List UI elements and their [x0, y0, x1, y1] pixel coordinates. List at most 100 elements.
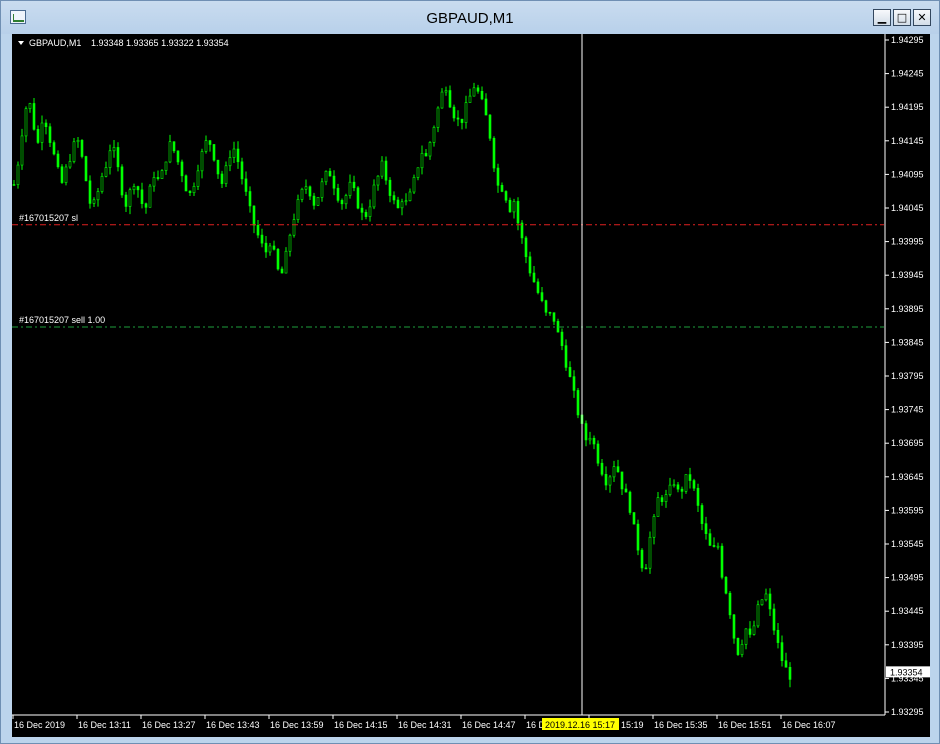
candle-body — [640, 549, 644, 569]
chart-canvas[interactable]: 1.94295 1.94245 1.94195 1.94145 1.94095 1.940… — [12, 34, 930, 737]
candle-body — [620, 471, 624, 490]
candle-body — [188, 190, 192, 194]
candle-body — [228, 157, 232, 167]
candle-body — [180, 161, 184, 177]
candle-body — [472, 87, 476, 97]
candle-body — [220, 173, 224, 184]
time-axis-label: 16 Dec 2019 — [14, 720, 65, 730]
candle-body — [464, 102, 468, 123]
candle-body — [16, 164, 20, 185]
close-button[interactable]: ✕ — [913, 9, 931, 26]
candle-body — [52, 142, 56, 155]
candle-body — [708, 533, 712, 546]
candle-body — [588, 437, 592, 441]
candle-body — [508, 199, 512, 213]
candle-body — [536, 281, 540, 293]
candle-body — [492, 138, 496, 169]
candle-body — [384, 160, 388, 181]
candle-body — [148, 185, 152, 208]
candle-body — [324, 170, 328, 183]
candle-body — [252, 205, 256, 226]
candle-body — [564, 345, 568, 368]
candle-body — [692, 480, 696, 489]
candle-body — [400, 201, 404, 209]
price-axis-label: 1.94245 — [891, 69, 924, 79]
time-axis-label: 16 Dec 14:15 — [334, 720, 388, 730]
price-axis-label: 1.93845 — [891, 337, 924, 347]
candle-body — [644, 567, 648, 570]
candle-body — [208, 140, 212, 145]
candle-body — [120, 166, 124, 196]
window-title: GBPAUD,M1 — [426, 10, 514, 27]
price-axis-label: 1.93295 — [891, 707, 924, 717]
price-axis-label: 1.93645 — [891, 472, 924, 482]
candle-body — [332, 175, 336, 189]
price-axis-label: 1.94145 — [891, 136, 924, 146]
time-axis-label: 16 Dec 15:51 — [718, 720, 772, 730]
candle-body — [124, 194, 128, 207]
candle-body — [632, 512, 636, 525]
candle-body — [92, 199, 96, 204]
candle-body — [516, 201, 520, 224]
candle-body — [572, 376, 576, 391]
time-axis-label: 16 Dec 14:31 — [398, 720, 452, 730]
candle-body — [336, 187, 340, 201]
candle-body — [416, 167, 420, 178]
minimize-button[interactable]: ▁ — [873, 9, 891, 26]
candle-body — [20, 135, 24, 166]
candle-body — [404, 200, 408, 203]
crosshair-time-label: 2019.12.16 15:17 — [545, 720, 615, 730]
candle-body — [524, 237, 528, 258]
candle-body — [676, 484, 680, 490]
candle-body — [76, 139, 80, 143]
candle-body — [476, 87, 480, 92]
candle-body — [600, 462, 604, 475]
candle-body — [624, 488, 628, 493]
candle-body — [448, 90, 452, 108]
candle-body — [152, 177, 156, 187]
candle-body — [312, 195, 316, 206]
candle-body — [176, 150, 180, 163]
time-axis-label: 16 Dec 14:47 — [462, 720, 516, 730]
candle-body — [528, 256, 532, 274]
chart-menu-arrow-icon[interactable] — [18, 41, 24, 45]
candle-body — [248, 191, 252, 207]
candle-body — [612, 466, 616, 478]
candle-body — [748, 628, 752, 635]
candle-body — [684, 474, 688, 492]
price-axis-label: 1.93445 — [891, 606, 924, 616]
candle-body — [752, 625, 756, 635]
time-axis-label: 16 Dec 13:59 — [270, 720, 324, 730]
candle-body — [64, 166, 68, 183]
candle-body — [380, 160, 384, 177]
candle-body — [784, 660, 788, 668]
candle-body — [348, 181, 352, 196]
price-axis-label: 1.93795 — [891, 371, 924, 381]
candle-body — [700, 505, 704, 524]
candle-body — [204, 140, 208, 152]
title-bar[interactable]: GBPAUD,M1 ▁ □ ✕ — [1, 1, 939, 34]
candle-body — [84, 156, 88, 182]
candle-body — [756, 604, 760, 627]
price-chart[interactable]: 1.94295 1.94245 1.94195 1.94145 1.94095 1.940… — [12, 34, 930, 737]
candle-body — [156, 177, 160, 179]
candle-body — [388, 179, 392, 196]
candle-body — [668, 484, 672, 495]
candle-body — [352, 181, 356, 189]
candle-body — [136, 186, 140, 191]
maximize-button[interactable]: □ — [893, 9, 911, 26]
candle-body — [240, 161, 244, 180]
candle-body — [740, 644, 744, 655]
candle-body — [128, 189, 132, 207]
candle-body — [24, 108, 28, 137]
candle-body — [340, 200, 344, 205]
candle-body — [576, 390, 580, 416]
candle-body — [736, 637, 740, 655]
candle-body — [720, 545, 724, 578]
price-axis-label: 1.93745 — [891, 405, 924, 415]
price-axis-label: 1.93495 — [891, 573, 924, 583]
candle-body — [480, 90, 484, 100]
candle-body — [780, 642, 784, 662]
chart-ohlc-values: 1.93348 1.93365 1.93322 1.93354 — [91, 38, 229, 48]
candle-body — [12, 184, 16, 186]
